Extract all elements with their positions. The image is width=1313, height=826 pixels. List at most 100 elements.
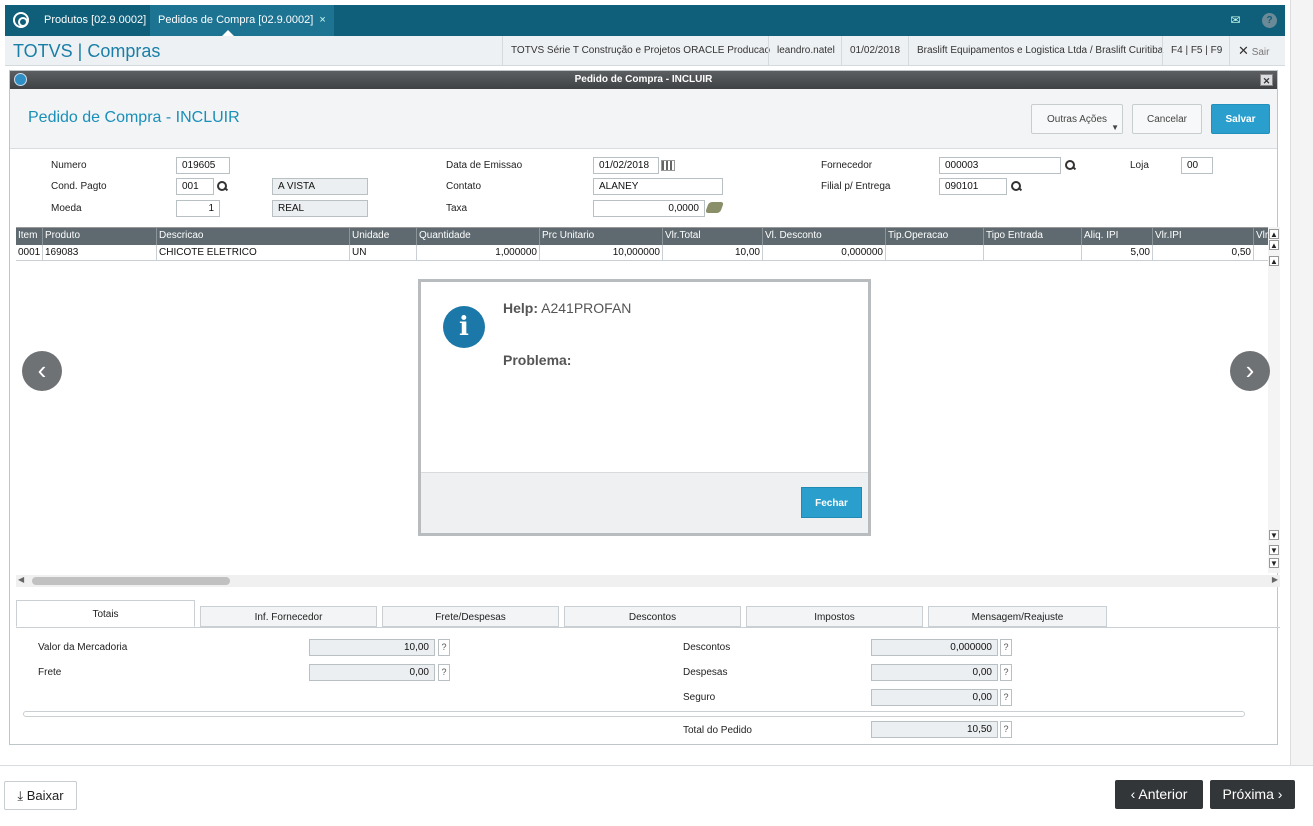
- tab-label: Produtos [02.9.0002]: [44, 14, 147, 26]
- previous-button[interactable]: ‹ Anterior: [1115, 780, 1203, 809]
- scroll-left-icon[interactable]: ◀: [18, 575, 24, 584]
- brand-title: TOTVS | Compras: [13, 41, 161, 61]
- search-icon[interactable]: [1011, 181, 1022, 192]
- cond-pagto-field[interactable]: 001: [176, 178, 214, 195]
- info-icon: i: [443, 306, 485, 348]
- descontos-label: Descontos: [683, 642, 731, 653]
- table-row[interactable]: 0001 169083 CHICOTE ELETRICO UN 1,000000…: [16, 245, 1270, 261]
- tab-label: Pedidos de Compra [02.9.0002]: [158, 14, 314, 26]
- search-icon[interactable]: [217, 181, 228, 192]
- valor-mercadoria-label: Valor da Mercadoria: [38, 642, 128, 653]
- tab-frete-despesas[interactable]: Frete/Despesas: [382, 606, 559, 627]
- window-close-button[interactable]: ✕: [1260, 74, 1273, 86]
- contato-field[interactable]: ALANEY: [593, 178, 723, 195]
- scroll-thumb[interactable]: [32, 577, 230, 585]
- scroll-top-icon[interactable]: ▲: [1269, 229, 1279, 239]
- help-mark-icon[interactable]: ?: [438, 664, 450, 681]
- col-descricao[interactable]: Descricao: [157, 228, 350, 245]
- loja-label: Loja: [1130, 160, 1149, 171]
- previous-arrow-button[interactable]: ‹: [22, 351, 62, 391]
- numero-field[interactable]: 019605: [176, 157, 230, 174]
- tab-inf-fornecedor[interactable]: Inf. Fornecedor: [200, 606, 377, 627]
- col-tipo-entrada[interactable]: Tipo Entrada: [984, 228, 1082, 245]
- col-vlr-ipi[interactable]: Vlr.IPI: [1153, 228, 1254, 245]
- window-title-bar: Pedido de Compra - INCLUIR ✕: [10, 71, 1277, 89]
- col-produto[interactable]: Produto: [43, 228, 157, 245]
- moeda-label: Moeda: [51, 203, 82, 214]
- tab-descontos[interactable]: Descontos: [564, 606, 741, 627]
- company-info: Braslift Equipamentos e Logistica Ltda /…: [908, 36, 1171, 66]
- scroll-up-icon[interactable]: ▲: [1269, 256, 1279, 266]
- numero-label: Numero: [51, 160, 87, 171]
- help-icon[interactable]: ?: [1262, 13, 1277, 28]
- scroll-bottom-icon[interactable]: ▼: [1269, 558, 1279, 568]
- grid-vertical-scrollbar[interactable]: ▲ ▲ ▲ ▼ ▼ ▼: [1268, 227, 1280, 573]
- tab-mensagem-reajuste[interactable]: Mensagem/Reajuste: [928, 606, 1107, 627]
- col-tip-operacao[interactable]: Tip.Operacao: [886, 228, 984, 245]
- exit-button[interactable]: ✕ Sair: [1229, 36, 1277, 66]
- cell-descricao: CHICOTE ELETRICO: [157, 245, 350, 261]
- next-arrow-button[interactable]: ›: [1230, 351, 1270, 391]
- cell-vlr-total: 10,00: [663, 245, 763, 261]
- previous-label: Anterior: [1138, 786, 1188, 802]
- next-button[interactable]: Próxima ›: [1210, 780, 1295, 809]
- tab-produtos[interactable]: Produtos [02.9.0002]×: [36, 5, 167, 36]
- data-emissao-field[interactable]: 01/02/2018: [593, 157, 659, 174]
- grid-horizontal-scrollbar[interactable]: ◀ ▶: [16, 575, 1280, 587]
- scroll-down-icon[interactable]: ▼: [1269, 530, 1279, 540]
- calendar-icon[interactable]: [661, 160, 675, 171]
- window-title: Pedido de Compra - INCLUIR: [574, 74, 713, 85]
- side-gutter: [1290, 0, 1313, 765]
- cancel-button[interactable]: Cancelar: [1132, 104, 1202, 134]
- fornecedor-field[interactable]: 000003: [939, 157, 1061, 174]
- download-icon: ⤓: [17, 788, 24, 803]
- seguro-field: 0,00: [871, 689, 998, 706]
- help-mark-icon[interactable]: ?: [1000, 664, 1012, 681]
- total-pedido-field: 10,50: [871, 721, 998, 738]
- grid-header: Item Produto Descricao Unidade Quantidad…: [16, 228, 1270, 245]
- tab-totais[interactable]: Totais: [16, 600, 195, 627]
- tab-impostos[interactable]: Impostos: [746, 606, 923, 627]
- scroll-page-down-icon[interactable]: ▼: [1269, 545, 1279, 555]
- contato-label: Contato: [446, 181, 482, 192]
- totvs-logo-icon[interactable]: [13, 12, 29, 28]
- col-vlr-total[interactable]: Vlr.Total: [663, 228, 763, 245]
- tab-pedidos-de-compra[interactable]: Pedidos de Compra [02.9.0002] ×: [150, 5, 334, 36]
- tab-divider: [16, 627, 1280, 628]
- close-tab-icon[interactable]: ×: [319, 14, 325, 26]
- despesas-label: Despesas: [683, 667, 728, 678]
- download-button[interactable]: ⤓ Baixar: [4, 781, 77, 810]
- col-item[interactable]: Item: [16, 228, 43, 245]
- help-mark-icon[interactable]: ?: [438, 639, 450, 656]
- other-actions-label: Outras Ações: [1046, 114, 1108, 125]
- close-dialog-button[interactable]: Fechar: [801, 487, 862, 518]
- col-unidade[interactable]: Unidade: [350, 228, 417, 245]
- filial-field[interactable]: 090101: [939, 178, 1007, 195]
- chevron-left-icon: ‹: [1130, 786, 1136, 802]
- mail-icon[interactable]: ✉: [1228, 13, 1243, 28]
- scroll-page-up-icon[interactable]: ▲: [1269, 240, 1279, 250]
- save-button[interactable]: Salvar: [1211, 104, 1270, 134]
- col-quantidade[interactable]: Quantidade: [417, 228, 540, 245]
- other-actions-button[interactable]: Outras Ações ▼: [1031, 104, 1123, 134]
- search-icon[interactable]: [1065, 160, 1076, 171]
- calculator-icon[interactable]: [704, 202, 725, 213]
- app-tab-bar: Produtos [02.9.0002]× Pedidos de Compra …: [5, 5, 1285, 36]
- seguro-label: Seguro: [683, 692, 716, 703]
- download-label: Baixar: [26, 788, 64, 803]
- help-label: Help:: [503, 300, 538, 316]
- scroll-right-icon[interactable]: ▶: [1272, 575, 1278, 584]
- col-vl-desconto[interactable]: Vl. Desconto: [763, 228, 886, 245]
- help-mark-icon[interactable]: ?: [1000, 689, 1012, 706]
- user-info: leandro.natel: [768, 36, 843, 66]
- col-aliq-ipi[interactable]: Aliq. IPI: [1082, 228, 1153, 245]
- help-mark-icon[interactable]: ?: [1000, 639, 1012, 656]
- loja-field[interactable]: 00: [1181, 157, 1213, 174]
- col-prc-unitario[interactable]: Prc Unitario: [540, 228, 663, 245]
- action-bar: Pedido de Compra - INCLUIR Outras Ações …: [10, 89, 1277, 149]
- moeda-field[interactable]: 1: [176, 200, 220, 217]
- total-pedido-label: Total do Pedido: [683, 725, 752, 736]
- valor-mercadoria-field: 10,00: [309, 639, 435, 656]
- help-mark-icon[interactable]: ?: [1000, 721, 1012, 738]
- taxa-field[interactable]: 0,0000: [593, 200, 705, 217]
